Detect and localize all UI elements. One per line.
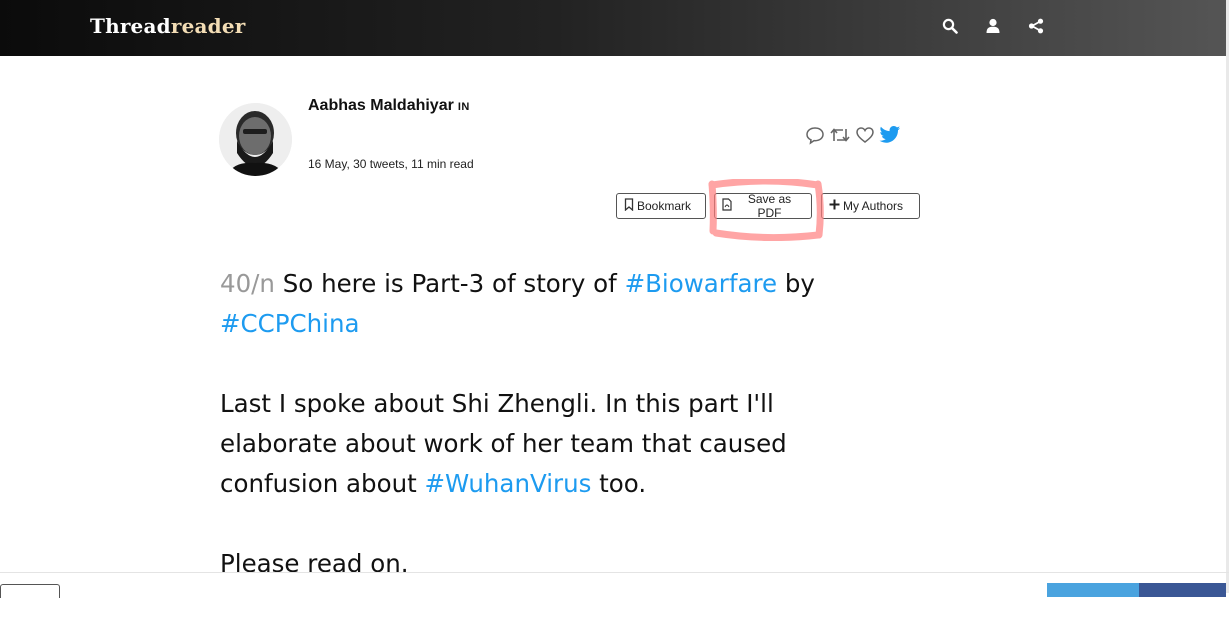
tweet-text: too.	[591, 469, 647, 498]
tweet-text: by	[777, 269, 815, 298]
brand-logo[interactable]: Threadreader	[90, 14, 246, 38]
author-name[interactable]: Aabhas Maldahiyar IN	[308, 97, 470, 115]
tweet-actions	[805, 124, 901, 146]
top-navbar: Threadreader	[0, 0, 1229, 56]
my-authors-button[interactable]: My Authors	[821, 193, 920, 219]
tweet-paragraph-2: Last I spoke about Shi Zhengli. In this …	[220, 384, 880, 504]
like-icon[interactable]	[855, 125, 875, 145]
thread-meta: 16 May, 30 tweets, 11 min read	[308, 157, 474, 171]
author-country-code: IN	[457, 101, 470, 113]
bookmark-label: Bookmark	[637, 199, 692, 213]
brand-word-reader: reader	[170, 14, 246, 38]
share-icon[interactable]	[1028, 18, 1046, 36]
hashtag-link[interactable]: #WuhanVirus	[425, 469, 592, 498]
tweet-number: 40/n	[220, 269, 275, 298]
share-twitter-button[interactable]	[1047, 583, 1139, 597]
tweet-text: So here is Part-3 of story of	[274, 269, 625, 298]
brand-word-thread: Thread	[90, 14, 171, 38]
bookmark-button[interactable]: Bookmark	[616, 193, 706, 219]
tweet-paragraph-1: 40/n So here is Part-3 of story of #Biow…	[220, 264, 880, 344]
tweet-paragraph-3: Please read on.	[220, 549, 409, 578]
bottom-left-button[interactable]	[0, 584, 60, 598]
save-as-pdf-label: Save as PDF	[747, 192, 792, 220]
user-icon[interactable]	[985, 18, 1003, 36]
search-icon[interactable]	[942, 18, 960, 36]
bottom-bar-divider	[0, 572, 1229, 573]
my-authors-label: My Authors	[843, 199, 904, 213]
author-avatar[interactable]	[219, 103, 292, 176]
hashtag-link[interactable]: #Biowarfare	[625, 269, 778, 298]
retweet-icon[interactable]	[829, 125, 851, 145]
plus-icon	[829, 199, 840, 213]
bookmark-icon	[624, 198, 634, 214]
share-facebook-button[interactable]	[1139, 583, 1226, 597]
reply-icon[interactable]	[805, 125, 825, 145]
pdf-file-icon	[722, 198, 732, 214]
hashtag-link[interactable]: #CCPChina	[220, 309, 360, 338]
save-as-pdf-button[interactable]: Save as PDF	[714, 192, 812, 220]
author-name-text: Aabhas Maldahiyar	[308, 97, 454, 114]
tweet-body: 40/n So here is Part-3 of story of #Biow…	[220, 264, 880, 624]
twitter-icon[interactable]	[879, 125, 901, 145]
